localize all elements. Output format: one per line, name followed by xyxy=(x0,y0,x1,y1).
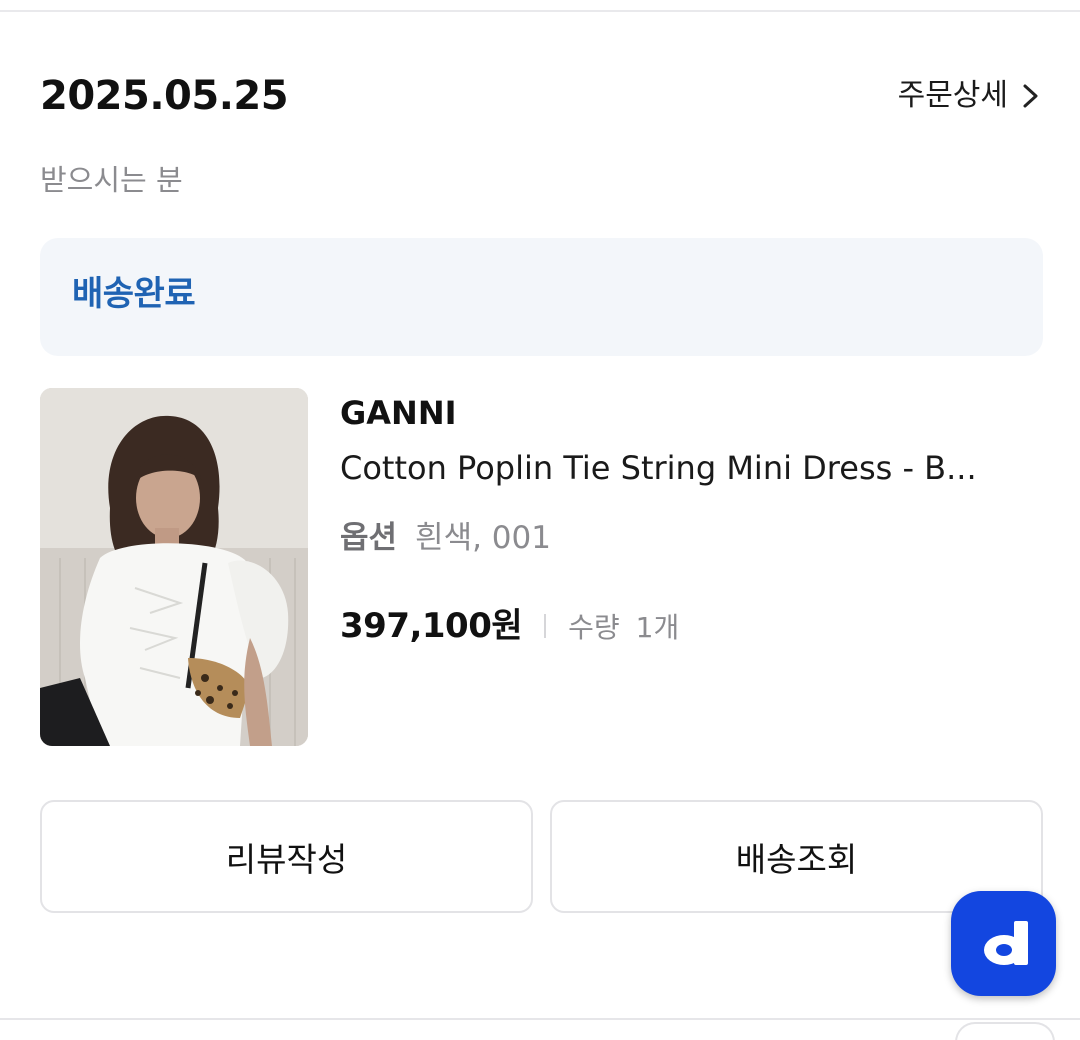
product-brand[interactable]: GANNI xyxy=(340,392,457,434)
order-date: 2025.05.25 xyxy=(40,73,289,119)
quantity-value: 1개 xyxy=(635,611,680,644)
price-divider xyxy=(544,614,547,638)
option-label: 옵션 xyxy=(340,520,398,556)
delivery-status-box: 배송완료 xyxy=(40,238,1043,356)
order-history-card: 2025.05.25 주문상세 받으시는 분 배송완료 GANNI Cotton… xyxy=(0,0,1080,1040)
bottom-divider xyxy=(0,1018,1080,1020)
product-name[interactable]: Cotton Poplin Tie String Mini Dress - B.… xyxy=(340,448,1000,488)
product-photo-illustration xyxy=(40,388,308,746)
app-logo-icon xyxy=(983,920,1028,965)
product-image[interactable] xyxy=(40,388,308,746)
product-option: 옵션 흰색, 001 xyxy=(340,518,551,558)
order-detail-link[interactable]: 주문상세 xyxy=(898,76,1040,116)
order-detail-label: 주문상세 xyxy=(897,78,1008,113)
recipient-label: 받으시는 분 xyxy=(40,163,183,197)
write-review-button[interactable]: 리뷰작성 xyxy=(40,800,533,913)
chevron-right-icon xyxy=(1023,84,1038,108)
delivery-status: 배송완료 xyxy=(72,274,196,314)
next-section-edge xyxy=(955,1022,1055,1040)
quantity-label: 수량 xyxy=(568,611,620,644)
app-floating-button[interactable] xyxy=(951,891,1056,996)
product-price: 397,100원 xyxy=(340,606,523,646)
price-row: 397,100원 수량 1개 xyxy=(340,604,679,648)
top-divider xyxy=(0,10,1080,12)
option-value: 흰색, 001 xyxy=(415,520,551,556)
